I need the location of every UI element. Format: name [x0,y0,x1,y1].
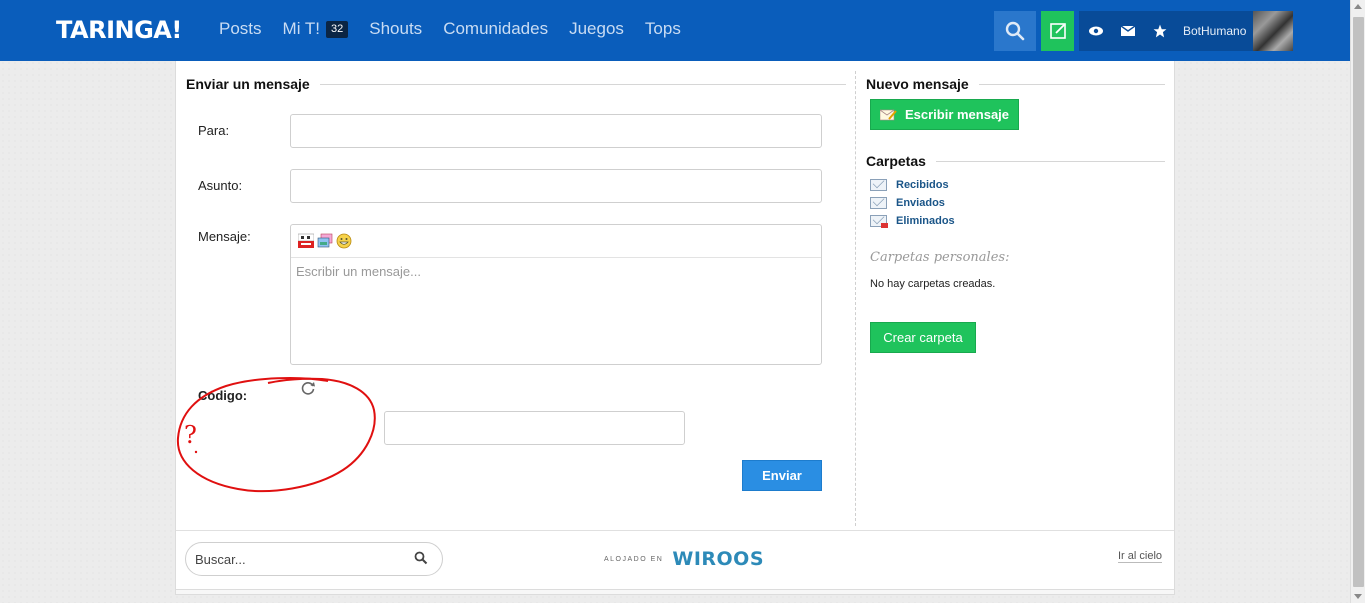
search-icon[interactable] [414,551,428,565]
username-link[interactable]: BotHumano [1183,24,1246,38]
nav-mi-t[interactable]: Mi T! 32 [283,19,349,39]
emoticon-icon[interactable] [336,233,352,249]
nav-tops-label: Tops [644,19,681,38]
header-compose-button[interactable] [1041,11,1074,51]
message-label: Mensaje: [198,229,251,244]
notification-badge: 32 [326,20,349,38]
message-editor[interactable]: Escribir un mensaje... [290,224,822,365]
folder-inbox[interactable]: Recibidos [870,179,949,191]
back-to-top-link[interactable]: Ir al cielo [1118,550,1163,563]
search-icon [1005,21,1025,41]
compose-mail-icon [879,109,897,120]
header-search-button[interactable] [994,11,1036,51]
to-label: Para: [198,123,230,138]
envelope-icon [870,179,887,191]
eye-icon[interactable] [1081,25,1111,37]
footer-search[interactable]: Buscar... [185,542,443,576]
nav-comunidades-label: Comunidades [443,19,549,38]
nav-shouts[interactable]: Shouts [369,19,422,39]
compose-title: Enviar un mensaje [186,76,320,92]
nav-shouts-label: Shouts [369,19,423,38]
hosted-label: ALOJADO EN [604,555,664,563]
top-navbar: TARINGA! Posts Mi T! 32 Shouts Comunidade… [0,0,1350,61]
folder-deleted-label: Eliminados [896,215,955,227]
scroll-down-icon[interactable] [1354,594,1362,599]
create-folder-button[interactable]: Crear carpeta [870,322,976,353]
nav-mi-t-label: Mi T! [282,19,320,38]
main-nav: Posts Mi T! 32 Shouts Comunidades Juegos … [219,19,702,39]
image-icon[interactable] [317,233,333,249]
page-scrollbar[interactable] [1350,0,1365,603]
column-divider [855,71,856,526]
nav-posts-label: Posts [219,19,262,38]
edit-icon [1049,23,1066,39]
envelope-icon [870,197,887,209]
messages-panel: Enviar un mensaje Para: Asunto: Mensaje:… [175,61,1175,591]
user-bar: BotHumano [1079,11,1293,51]
footer-search-placeholder: Buscar... [195,551,246,567]
scroll-up-icon[interactable] [1354,4,1362,9]
write-message-label: Escribir mensaje [904,107,1010,122]
hosting-credit[interactable]: ALOJADO EN WIROOS [604,548,764,570]
editor-toolbar [291,225,821,258]
subject-input[interactable] [290,169,822,203]
nav-tops[interactable]: Tops [645,19,681,39]
no-folders-text: No hay carpetas creadas. [870,278,996,290]
scroll-thumb[interactable] [1353,17,1364,587]
personal-folders-title: Carpetas personales: [870,250,1010,265]
taringa-logo[interactable]: TARINGA! [56,16,182,44]
message-placeholder: Escribir un mensaje... [296,264,421,279]
mail-icon[interactable] [1113,26,1143,36]
captcha-input[interactable] [384,411,685,445]
nav-posts[interactable]: Posts [219,19,262,39]
avatar[interactable] [1253,11,1293,51]
panel-bottom-edge [175,589,1175,595]
refresh-icon[interactable] [300,380,316,396]
nav-comunidades[interactable]: Comunidades [443,19,548,39]
nav-juegos-label: Juegos [569,19,624,38]
new-message-title: Nuevo mensaje [866,76,979,92]
folder-inbox-label: Recibidos [896,179,949,191]
nav-juegos[interactable]: Juegos [569,19,624,39]
folder-sent[interactable]: Enviados [870,197,945,209]
envelope-deleted-icon [870,215,888,228]
wiroos-logo: WIROOS [672,548,765,570]
folder-deleted[interactable]: Eliminados [870,215,955,228]
write-message-button[interactable]: Escribir mensaje [870,99,1019,130]
folders-title: Carpetas [866,153,936,169]
footer-divider [176,530,1174,531]
send-button[interactable]: Enviar [742,460,822,491]
subject-label: Asunto: [198,178,243,193]
to-input[interactable] [290,114,822,148]
captcha-label: Código: [198,388,248,403]
youtube-icon[interactable] [297,233,315,249]
star-icon[interactable] [1145,24,1175,38]
folder-sent-label: Enviados [896,197,945,209]
